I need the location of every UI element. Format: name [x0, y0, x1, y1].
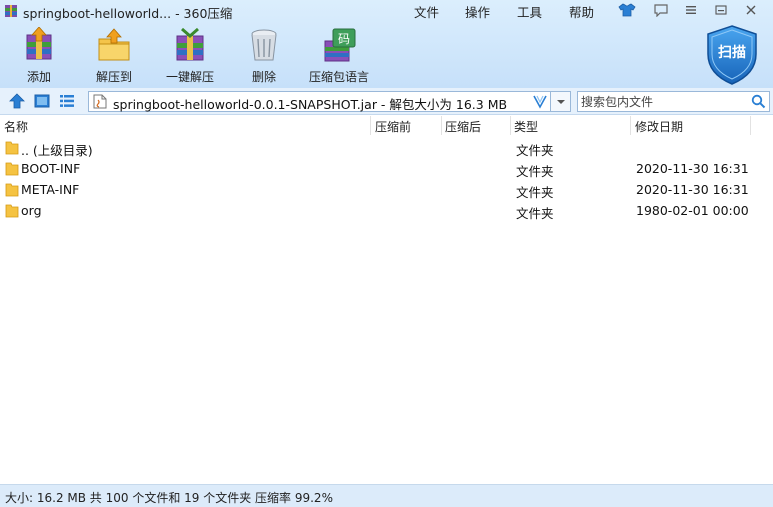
- minimize-icon: [715, 5, 727, 15]
- close-button[interactable]: [740, 1, 762, 19]
- jar-file-icon: [93, 94, 107, 109]
- file-row-parent-dir[interactable]: .. (上级目录) 文件夹: [0, 137, 773, 158]
- minimize-button[interactable]: [710, 1, 732, 19]
- shirt-icon: [618, 3, 636, 17]
- extract-to-button[interactable]: 解压到: [86, 27, 142, 85]
- file-modified: 2020-11-30 16:31: [636, 182, 749, 197]
- folder-icon: [5, 183, 19, 197]
- message-icon: [654, 3, 668, 17]
- archive-language-button[interactable]: 码 压缩包语言: [306, 27, 372, 85]
- scan-label: 扫描: [718, 45, 746, 61]
- column-size-before[interactable]: 压缩前: [375, 118, 411, 135]
- large-icon-view-icon[interactable]: [33, 93, 51, 109]
- status-summary: 大小: 16.2 MB 共 100 个文件和 19 个文件夹 压缩率 99.2%: [5, 491, 333, 505]
- file-modified: 1980-02-01 00:00: [636, 203, 749, 218]
- skin-button[interactable]: [616, 1, 638, 19]
- archive-path-field[interactable]: springboot-helloworld-0.0.1-SNAPSHOT.jar…: [88, 91, 551, 112]
- file-type: 文件夹: [516, 185, 554, 200]
- one-click-extract-label: 一键解压: [165, 70, 214, 84]
- menu-lines-icon: [686, 6, 696, 14]
- menu-file[interactable]: 文件: [414, 2, 439, 21]
- file-modified: 2020-11-30 16:31: [636, 161, 749, 176]
- add-label: 添加: [26, 70, 51, 84]
- file-row-meta-inf[interactable]: META-INF 文件夹 2020-11-30 16:31: [0, 179, 773, 200]
- menu-operation[interactable]: 操作: [465, 2, 490, 21]
- up-arrow-icon[interactable]: [8, 93, 26, 109]
- archive-path-text: springboot-helloworld-0.0.1-SNAPSHOT.jar…: [113, 97, 508, 112]
- column-divider[interactable]: [441, 116, 442, 135]
- file-list: .. (上级目录) 文件夹 BOOT-INF 文件夹 2020-11-30 16…: [0, 137, 773, 221]
- column-divider[interactable]: [370, 116, 371, 135]
- window-title: springboot-helloworld... - 360压缩: [23, 6, 233, 21]
- one-click-extract-button[interactable]: 一键解压: [160, 27, 220, 85]
- title-bar: springboot-helloworld... - 360压缩 文件 操作 工…: [0, 0, 773, 22]
- file-row-boot-inf[interactable]: BOOT-INF 文件夹 2020-11-30 16:31: [0, 158, 773, 179]
- archive-language-icon: 码: [324, 28, 356, 62]
- chevron-down-icon: [556, 99, 565, 104]
- file-type: 文件夹: [516, 206, 554, 221]
- archive-search-input[interactable]: [577, 91, 770, 112]
- column-divider[interactable]: [630, 116, 631, 135]
- extract-to-label: 解压到: [95, 70, 132, 84]
- close-icon: [746, 5, 756, 15]
- add-button[interactable]: 添加: [12, 27, 66, 85]
- extract-to-icon: [98, 28, 130, 61]
- delete-trash-icon: [251, 29, 277, 61]
- feedback-button[interactable]: [650, 1, 672, 19]
- menu-settings-button[interactable]: [680, 1, 702, 19]
- file-name: BOOT-INF: [21, 161, 81, 176]
- add-archive-icon: [26, 27, 52, 60]
- column-divider[interactable]: [750, 116, 751, 135]
- list-view-icon[interactable]: [58, 93, 76, 109]
- archive-language-label: 压缩包语言: [308, 70, 369, 84]
- one-click-extract-icon: [176, 27, 204, 61]
- app-archive-icon: [5, 5, 17, 17]
- file-name: org: [21, 203, 42, 218]
- status-bar: 大小: 16.2 MB 共 100 个文件和 19 个文件夹 压缩率 99.2%: [0, 484, 773, 507]
- window-chrome: springboot-helloworld... - 360压缩 文件 操作 工…: [0, 0, 773, 88]
- folder-icon: [5, 162, 19, 176]
- column-modified[interactable]: 修改日期: [635, 118, 683, 135]
- file-type: 文件夹: [516, 143, 554, 158]
- file-name: .. (上级目录): [21, 143, 93, 158]
- language-badge-glyph: 码: [338, 32, 350, 46]
- search-icon[interactable]: [751, 94, 766, 109]
- column-type[interactable]: 类型: [514, 118, 538, 135]
- folder-icon: [5, 141, 19, 155]
- column-size-after[interactable]: 压缩后: [445, 118, 481, 135]
- folder-icon: [5, 204, 19, 218]
- menu-tools[interactable]: 工具: [517, 2, 542, 21]
- column-divider[interactable]: [510, 116, 511, 135]
- verify-check-icon[interactable]: [532, 93, 548, 109]
- file-row-org[interactable]: org 文件夹 1980-02-01 00:00: [0, 200, 773, 221]
- column-name[interactable]: 名称: [4, 118, 28, 135]
- delete-button[interactable]: 删除: [240, 27, 288, 85]
- file-list-header: 名称 压缩前 压缩后 类型 修改日期: [0, 116, 773, 135]
- menu-help[interactable]: 帮助: [569, 2, 594, 21]
- path-dropdown-button[interactable]: [551, 91, 571, 112]
- delete-label: 删除: [251, 70, 276, 84]
- scan-button[interactable]: 扫描: [704, 24, 760, 86]
- file-type: 文件夹: [516, 164, 554, 179]
- file-name: META-INF: [21, 182, 80, 197]
- address-bar: springboot-helloworld-0.0.1-SNAPSHOT.jar…: [0, 88, 773, 115]
